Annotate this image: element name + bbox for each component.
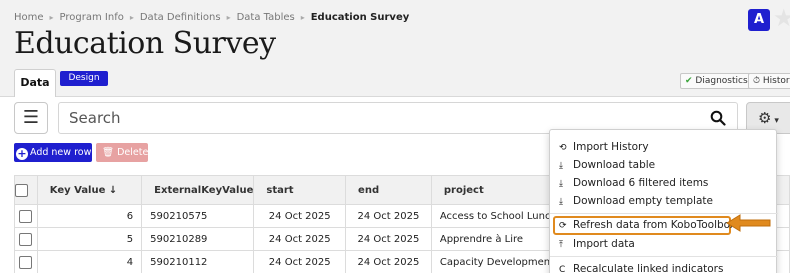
column-header-external-key[interactable]: ExternalKeyValue	[141, 175, 255, 205]
diagnostics-label: Diagnostics	[695, 76, 748, 86]
menu-item-download-filtered[interactable]: ⤓ Download 6 filtered items	[550, 174, 778, 193]
menu-item-label: Download table	[573, 159, 656, 171]
menu-item-import-data[interactable]: ⤒ Import data	[550, 235, 778, 254]
menu-item-label: Import data	[573, 238, 635, 250]
recalculate-icon: C	[559, 265, 566, 273]
add-row-button[interactable]: + Add new row	[14, 143, 92, 162]
row-checkbox[interactable]	[14, 227, 38, 251]
menu-item-refresh-kobo[interactable]: ⟳ Refresh data from KoboToolbox	[553, 216, 736, 235]
breadcrumb: Home ▸ Program Info ▸ Data Definitions ▸ Data …	[14, 12, 409, 23]
select-all-checkbox[interactable]	[14, 175, 38, 205]
menu-item-label: Import History	[573, 141, 649, 153]
history-button[interactable]: ⏱ History	[748, 73, 790, 89]
cell-start: 24 Oct 2025	[253, 250, 347, 273]
history-label: History	[762, 76, 790, 86]
cell-key-value: 5	[36, 227, 143, 251]
checkbox[interactable]	[15, 183, 28, 197]
diagnostics-button[interactable]: ✔ Diagnostics	[680, 73, 753, 89]
cell-external-key: 590210575	[141, 204, 255, 228]
gear-icon: ⚙	[758, 109, 772, 127]
menu-item-label: Download empty template	[573, 195, 713, 207]
search-icon[interactable]	[710, 102, 726, 132]
upload-icon: ⤒	[559, 240, 563, 250]
checkmark-icon: ✔	[685, 76, 693, 86]
checkbox[interactable]	[19, 209, 33, 223]
star-icon[interactable]: ★	[773, 6, 790, 30]
checkbox[interactable]	[19, 232, 33, 246]
column-header-end[interactable]: end	[345, 175, 432, 205]
tab-design[interactable]: Design	[60, 71, 108, 86]
cell-end: 24 Oct 2025	[345, 204, 432, 228]
cell-external-key: 590210289	[141, 227, 255, 251]
caret-down-icon: ▾	[771, 116, 779, 126]
delete-button[interactable]: 🗑 Delete	[96, 143, 148, 162]
cell-start: 24 Oct 2025	[253, 204, 347, 228]
trash-icon: 🗑	[102, 147, 115, 158]
download-icon: ⤓	[559, 197, 563, 207]
menu-item-label: Recalculate linked indicators	[573, 263, 724, 273]
checkbox[interactable]	[19, 255, 33, 269]
hamburger-icon: ☰	[22, 107, 40, 128]
plus-icon: +	[16, 147, 28, 160]
cell-start: 24 Oct 2025	[253, 227, 347, 251]
chevron-right-icon: ▸	[49, 13, 54, 22]
delete-label: Delete	[117, 147, 149, 158]
menu-item-label: Download 6 filtered items	[573, 177, 709, 189]
menu-item-import-history[interactable]: ⟲ Import History	[550, 138, 778, 157]
breadcrumb-data-tables[interactable]: Data Tables	[237, 12, 295, 23]
chevron-right-icon: ▸	[300, 13, 305, 22]
add-row-label: Add new row	[30, 147, 92, 158]
cell-end: 24 Oct 2025	[345, 227, 432, 251]
breadcrumb-current: Education Survey	[310, 12, 410, 23]
avatar[interactable]: A	[748, 9, 770, 31]
annotation-arrow-icon	[726, 214, 771, 232]
cell-external-key: 590210112	[141, 250, 255, 273]
menu-toggle-button[interactable]: ☰	[14, 102, 48, 134]
menu-item-download-table[interactable]: ⤓ Download table	[550, 156, 778, 175]
history-icon: ⏱	[753, 76, 761, 86]
settings-dropdown-menu: ⟲ Import History ⤓ Download table ⤓ Downloa…	[549, 129, 778, 273]
breadcrumb-data-definitions[interactable]: Data Definitions	[140, 12, 221, 23]
cell-key-value: 6	[36, 204, 143, 228]
menu-item-recalculate[interactable]: C Recalculate linked indicators	[550, 260, 778, 273]
refresh-icon: ⟳	[559, 221, 567, 231]
menu-item-label: Refresh data from KoboToolbox	[573, 219, 737, 231]
chevron-right-icon: ▸	[226, 13, 231, 22]
menu-item-download-template[interactable]: ⤓ Download empty template	[550, 192, 778, 211]
column-header-key-value[interactable]: Key Value ↓	[36, 175, 143, 205]
row-checkbox[interactable]	[14, 204, 38, 228]
chevron-right-icon: ▸	[129, 13, 134, 22]
row-checkbox[interactable]	[14, 250, 38, 273]
breadcrumb-program-info[interactable]: Program Info	[60, 12, 124, 23]
header-area: Home ▸ Program Info ▸ Data Definitions ▸ Data …	[0, 0, 790, 97]
cell-end: 24 Oct 2025	[345, 250, 432, 273]
column-header-start[interactable]: start	[253, 175, 347, 205]
page-title: Education Survey	[14, 26, 276, 61]
cell-key-value: 4	[36, 250, 143, 273]
breadcrumb-home[interactable]: Home	[14, 12, 44, 23]
menu-divider	[550, 256, 778, 257]
tab-data[interactable]: Data	[14, 69, 56, 97]
